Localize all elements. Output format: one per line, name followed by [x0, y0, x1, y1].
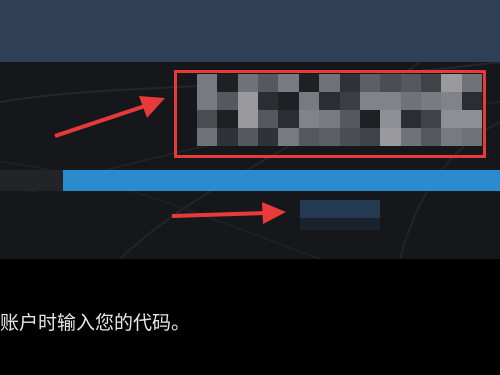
code-highlight-box [174, 70, 486, 158]
progress-fill [63, 170, 500, 191]
blurred-button[interactable] [300, 200, 380, 230]
header-bar [0, 0, 500, 62]
instruction-text: 账户时输入您的代码。 [0, 312, 191, 334]
steam-guard-screen: 账户时输入您的代码。 [0, 0, 500, 375]
